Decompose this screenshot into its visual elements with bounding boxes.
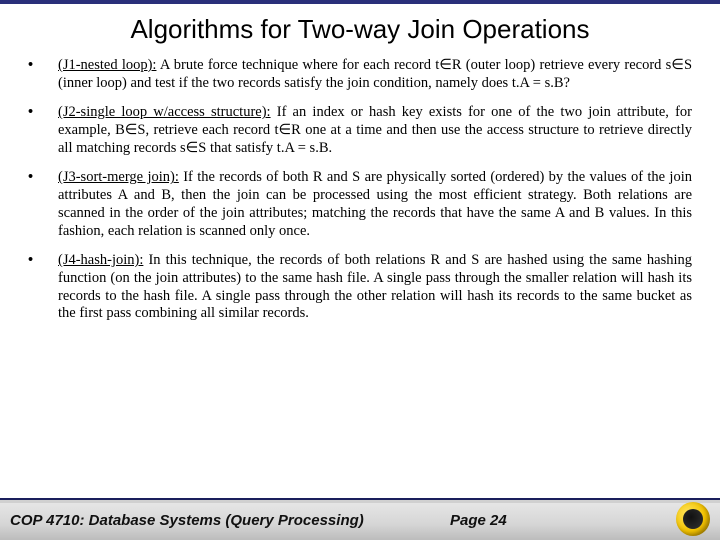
footer-bar: COP 4710: Database Systems (Query Proces… [0,498,720,540]
footer-page: Page 24 [450,512,507,529]
list-item: • (J3-sort-merge join): If the records o… [28,169,692,240]
item-label: (J3-sort-merge join): [58,169,179,185]
item-label: (J2-single loop w/access structure): [58,104,271,120]
slide-content: • (J1-nested loop): A brute force techni… [0,57,720,323]
bullet: • [28,104,58,157]
item-body: (J1-nested loop): A brute force techniqu… [58,57,692,92]
item-text: In this technique, the records of both r… [58,252,692,321]
footer-course: COP 4710: Database Systems (Query Proces… [0,512,364,529]
list-item: • (J4-hash-join): In this technique, the… [28,252,692,323]
header-rule [0,0,720,4]
bullet: • [28,252,58,323]
ucf-logo-icon [676,502,710,536]
bullet: • [28,57,58,92]
item-body: (J4-hash-join): In this technique, the r… [58,252,692,323]
item-body: (J2-single loop w/access structure): If … [58,104,692,157]
bullet: • [28,169,58,240]
item-body: (J3-sort-merge join): If the records of … [58,169,692,240]
list-item: • (J2-single loop w/access structure): I… [28,104,692,157]
list-item: • (J1-nested loop): A brute force techni… [28,57,692,92]
item-label: (J4-hash-join): [58,252,143,268]
item-label: (J1-nested loop): [58,57,156,73]
slide-title: Algorithms for Two-way Join Operations [30,14,690,45]
